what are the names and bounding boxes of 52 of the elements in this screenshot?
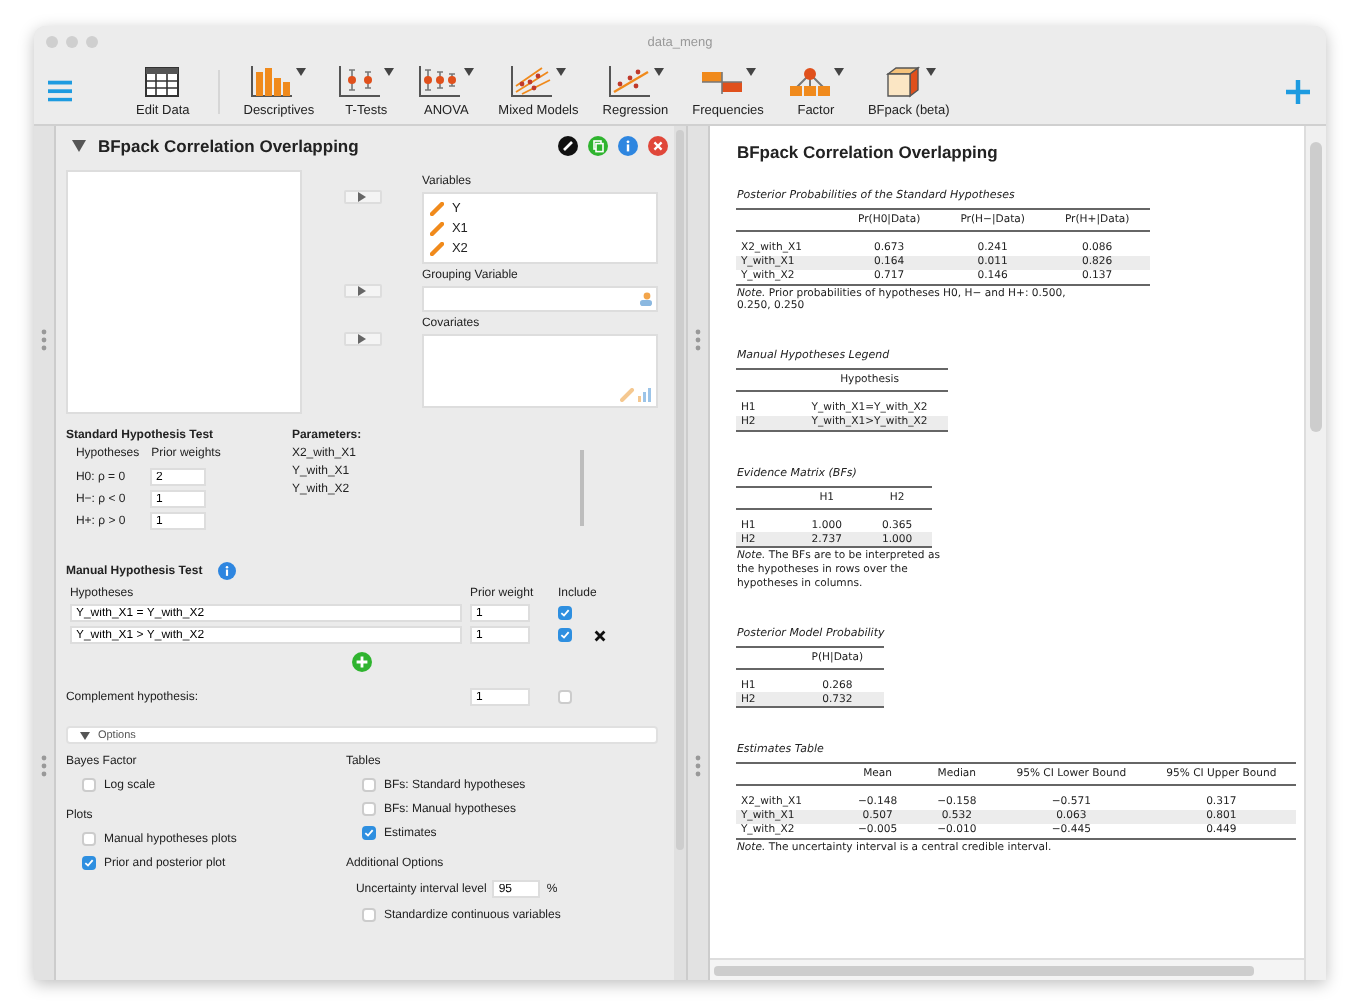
menu-icon[interactable] <box>48 80 72 102</box>
bar-chart-icon <box>250 65 295 97</box>
zoom-window-button[interactable] <box>86 36 98 48</box>
scrollbar-thumb[interactable] <box>714 965 1255 975</box>
cube-icon <box>880 65 925 97</box>
checkbox[interactable] <box>81 778 96 792</box>
scale-variable-icon <box>619 388 652 402</box>
move-button[interactable] <box>343 284 382 298</box>
drag-handle-icon[interactable] <box>39 754 48 779</box>
error-bar-plot-icon <box>338 65 383 97</box>
minimize-window-button[interactable] <box>66 36 78 48</box>
scatter-lines-icon <box>510 65 555 97</box>
checkbox[interactable] <box>361 908 376 922</box>
move-button[interactable] <box>343 190 382 204</box>
grouping-variable-field[interactable] <box>421 286 658 312</box>
delete-icon[interactable] <box>593 629 606 641</box>
drag-handle-icon[interactable] <box>694 754 703 779</box>
info-icon[interactable] <box>218 562 237 580</box>
add-icon[interactable] <box>351 652 372 672</box>
info-icon[interactable] <box>617 136 638 156</box>
nominal-variable-icon <box>637 292 652 306</box>
close-icon[interactable] <box>647 136 668 156</box>
checkbox[interactable] <box>361 778 376 792</box>
checkbox[interactable] <box>81 832 96 846</box>
checkbox[interactable] <box>361 826 376 840</box>
checkbox[interactable] <box>361 802 376 816</box>
analysis-title: BFpack Correlation Overlapping <box>97 136 359 156</box>
checkbox[interactable] <box>81 856 96 870</box>
scrollbar-thumb[interactable] <box>675 130 685 850</box>
close-window-button[interactable] <box>46 36 58 48</box>
include-checkbox[interactable] <box>557 628 572 642</box>
play-icon <box>358 286 367 296</box>
error-bar-plot-icon <box>418 65 463 97</box>
scrollbar[interactable] <box>579 450 584 526</box>
copy-icon[interactable] <box>587 136 608 156</box>
tree-icon <box>787 65 832 97</box>
collapse-arrow-icon[interactable] <box>71 140 86 152</box>
covariates-list[interactable] <box>421 334 658 408</box>
add-icon[interactable] <box>1286 79 1310 103</box>
move-button[interactable] <box>343 332 382 346</box>
include-checkbox[interactable] <box>557 606 572 620</box>
play-icon <box>358 192 367 202</box>
include-checkbox[interactable] <box>557 690 572 704</box>
scatter-line-icon <box>607 65 652 97</box>
results-title: BFpack Correlation Overlapping <box>736 142 1000 162</box>
edit-icon[interactable] <box>557 136 578 156</box>
drag-handle-icon[interactable] <box>39 327 48 352</box>
table-icon <box>144 65 181 97</box>
scrollbar-thumb[interactable] <box>1310 142 1322 432</box>
drag-handle-icon[interactable] <box>694 327 703 352</box>
play-icon <box>358 334 367 344</box>
available-variables-list[interactable] <box>65 170 302 414</box>
